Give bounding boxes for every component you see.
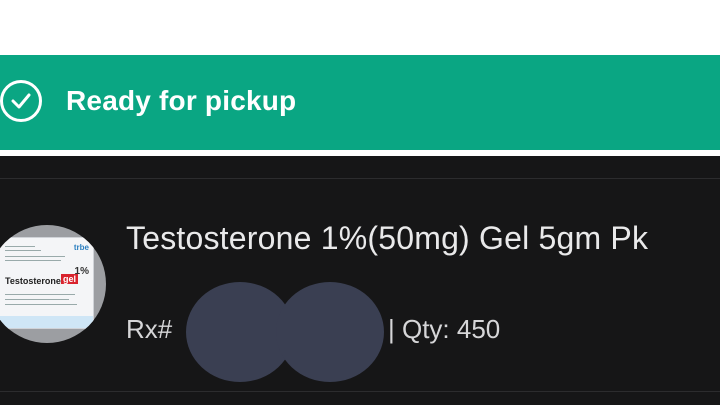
rx-number-redaction <box>186 282 384 382</box>
quantity-text: | Qty: 450 <box>388 314 501 344</box>
brand-logo: trbe <box>73 243 89 252</box>
divider <box>0 178 720 179</box>
rx-label: Rx# <box>126 314 173 344</box>
drug-label: Testosterone <box>5 276 61 286</box>
product-name: Testosterone 1%(50mg) Gel 5gm Pk <box>126 220 649 256</box>
status-text: Ready for pickup <box>66 85 297 116</box>
prescription-card[interactable]: trbe 1% Testosterone gel Testosterone 1%… <box>0 156 720 405</box>
product-box-image: trbe 1% Testosterone gel <box>0 237 94 329</box>
product-thumbnail: trbe 1% Testosterone gel <box>0 225 106 343</box>
check-circle-icon <box>0 80 42 122</box>
form-label: gel <box>61 274 79 284</box>
box-stripe <box>0 316 93 328</box>
top-area <box>0 0 720 55</box>
divider <box>0 391 720 392</box>
